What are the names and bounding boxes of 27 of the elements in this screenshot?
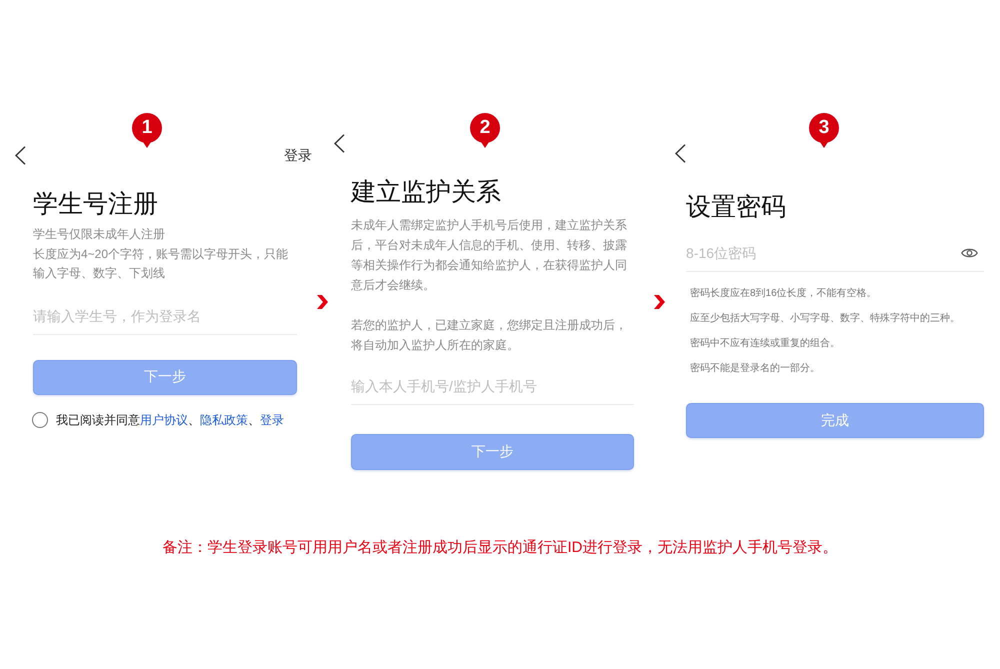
- login-link[interactable]: 登录: [284, 145, 312, 165]
- eye-icon[interactable]: [961, 247, 978, 259]
- password-field[interactable]: 8-16位密码: [686, 235, 984, 272]
- back-icon[interactable]: [15, 146, 26, 164]
- password-rule: 应至少包括大写字母、小写字母、数字、特殊字符中的三种。: [690, 312, 961, 326]
- screen-title: 设置密码: [686, 192, 787, 222]
- agreement-text: 我已阅读并同意用户协议、隐私政策、登录: [56, 412, 284, 428]
- agreement-link[interactable]: 隐私政策: [200, 412, 248, 426]
- screen-title: 建立监护关系: [351, 177, 502, 207]
- description-text: 学生号仅限未成年人注册: [33, 226, 166, 243]
- note-text: 备注：学生登录账号可用用户名或者注册成功后显示的通行证ID进行登录，无法用监护人手机号登录。: [162, 538, 838, 558]
- description-text: 未成年人需绑定监护人手机号后使用，建立监护关系后，平台对未成年人信息的手机、使用、转移、披露等相关操作行为都会通知给监护人，在获得监护人同意后才会继续。: [351, 217, 628, 294]
- back-icon[interactable]: [675, 144, 686, 162]
- phone-field[interactable]: 输入本人手机号/监护人手机号: [351, 367, 634, 405]
- step-arrow-icon: [316, 295, 328, 309]
- back-icon[interactable]: [334, 134, 345, 152]
- agreement-checkbox[interactable]: [32, 412, 48, 428]
- agreement-link[interactable]: 登录: [260, 412, 284, 426]
- description-text: 若您的监护人，已建立家庭，您绑定且注册成功后，将自动加入监护人所在的家庭。: [351, 317, 628, 354]
- password-rule: 密码中不应有连续或重复的组合。: [690, 336, 841, 352]
- screen-title: 学生号注册: [33, 189, 159, 219]
- step-arrow-icon: [654, 295, 664, 309]
- description-text: 长度应为4~20个字符，账号需以字母开头，只能输入字母、数字、下划线: [33, 246, 290, 282]
- agreement-link[interactable]: 用户协议: [140, 412, 188, 426]
- password-rule: 密码不能是登录名的一部分。: [690, 362, 821, 376]
- input-field[interactable]: 请输入学生号，作为登录名: [33, 298, 297, 334]
- password-rule: 密码长度应在8到16位长度，不能有空格。: [690, 286, 878, 300]
